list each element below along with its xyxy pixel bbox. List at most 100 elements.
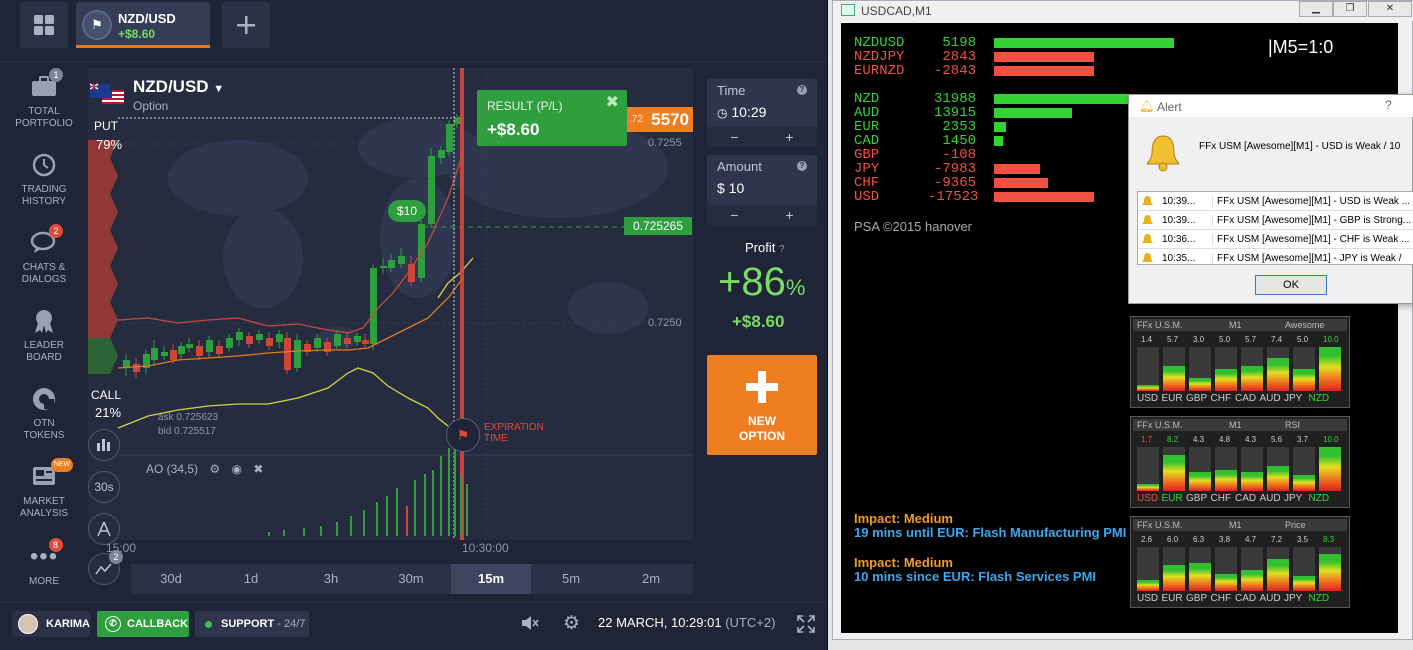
currency-value: -2843 — [933, 63, 976, 79]
meter-value: 3.7 — [1297, 435, 1309, 444]
meter-currency: NZD — [1308, 593, 1330, 604]
alert-text: FFx USM [Awesome][M1] - USD is Weak ... — [1212, 196, 1410, 207]
meter-currency: JPY — [1284, 593, 1303, 604]
window-titlebar[interactable]: USDCAD,M1 ▁ ❐ ✕ — [833, 1, 1413, 21]
currency-value: 1450 — [942, 133, 976, 149]
timeframe-30d[interactable]: 30d — [131, 564, 211, 594]
current-price-tag: .72 5570 — [627, 107, 693, 132]
strength-bar — [994, 178, 1048, 188]
sidebar-item-otn[interactable]: OTN TOKENS — [4, 386, 84, 442]
list-item[interactable]: 10:36... FFx USM [Awesome][M1] - CHF is W… — [1138, 230, 1413, 249]
ao-bar — [283, 530, 285, 536]
timeframe-2m[interactable]: 2m — [611, 564, 691, 594]
meter-value: 5.0 — [1297, 335, 1309, 344]
amount-decrease-button[interactable]: − — [707, 205, 762, 225]
asset-tab-nzdusd[interactable]: ⚑ NZD/USD +$8.60 — [76, 2, 210, 48]
bell-icon — [1142, 253, 1153, 262]
candle — [186, 344, 193, 348]
new-option-button[interactable]: NEW OPTION — [707, 355, 817, 455]
add-asset-button[interactable] — [222, 2, 270, 48]
restore-button[interactable]: ❐ — [1333, 1, 1367, 17]
close-button[interactable]: ✕ — [1368, 1, 1412, 17]
close-icon[interactable]: ✖ — [253, 462, 263, 476]
strength-bar — [994, 108, 1072, 118]
meter-column — [1215, 574, 1237, 591]
time-selector[interactable]: Time ? ◷ 10:29 − + — [707, 79, 817, 147]
sidebar-item-more[interactable]: ••• 8 MORE — [4, 538, 84, 588]
ao-bar — [414, 480, 416, 536]
candle — [388, 260, 395, 268]
candle — [236, 332, 243, 340]
sidebar-item-chats[interactable]: 2 CHATS & DIALOGS — [4, 224, 84, 286]
help-icon[interactable]: ? — [797, 161, 807, 171]
mute-icon[interactable] — [520, 614, 540, 637]
expiration-line — [460, 68, 464, 540]
indicators-button[interactable]: 2 — [88, 550, 123, 585]
ao-bar — [363, 510, 365, 536]
help-icon[interactable]: ? — [779, 244, 785, 255]
meter-value: 2.6 — [1141, 535, 1153, 544]
timeframe-5m[interactable]: 5m — [531, 564, 611, 594]
settings-gear-icon[interactable]: ⚙ — [563, 612, 580, 635]
meter-column — [1189, 378, 1211, 391]
fullscreen-icon[interactable] — [796, 614, 816, 639]
timeframe-30s-button[interactable]: 30s — [88, 471, 120, 503]
timeframe-3h[interactable]: 3h — [291, 564, 371, 594]
timeframe-15m[interactable]: 15m — [451, 564, 531, 594]
support-agent-button[interactable]: KARIMA — [12, 611, 90, 637]
currency-value: -17523 — [928, 189, 979, 205]
meter-column — [1241, 366, 1263, 391]
sidebar-item-leaderboard[interactable]: LEADER BOARD — [4, 308, 84, 364]
result-title: RESULT (P/L) — [487, 99, 563, 113]
currency-value: -7983 — [933, 161, 976, 177]
list-item[interactable]: 10:39... FFx USM [Awesome][M1] - GBP is S… — [1138, 211, 1413, 230]
list-item[interactable]: 10:39... FFx USM [Awesome][M1] - USD is W… — [1138, 192, 1413, 211]
asset-pair-title[interactable]: NZD/USD ▼ — [133, 77, 224, 97]
sidebar-item-portfolio[interactable]: 1 TOTAL PORTFOLIO — [4, 68, 84, 130]
meter-value: 5.6 — [1271, 435, 1283, 444]
meter-currency: GBP — [1186, 393, 1208, 404]
meter-currency: NZD — [1308, 393, 1330, 404]
alert-titlebar[interactable]: 🔔︎ Alert ? — [1129, 95, 1413, 117]
currency-name: EUR — [854, 119, 880, 135]
alert-text: FFx USM [Awesome][M1] - CHF is Weak ... — [1212, 234, 1409, 245]
m5-ratio: |M5=1:0 — [1268, 37, 1334, 57]
help-icon[interactable]: ? — [797, 85, 807, 95]
meter-currency: CHF — [1210, 393, 1232, 404]
grid-menu-button[interactable] — [20, 2, 68, 48]
amount-selector[interactable]: Amount ? $ 10 − + — [707, 155, 817, 225]
eye-icon[interactable]: ◉ — [231, 462, 241, 476]
time-decrease-button[interactable]: − — [707, 127, 762, 147]
meter-value: 7.2 — [1271, 535, 1283, 544]
time-label: Time — [717, 83, 746, 98]
minimize-button[interactable]: ▁ — [1299, 1, 1333, 17]
amount-label: Amount — [717, 159, 762, 174]
ao-bar — [320, 526, 322, 536]
strike-level-tag: 0.725265 — [624, 217, 692, 235]
meter-value: 4.3 — [1193, 435, 1205, 444]
amount-increase-button[interactable]: + — [762, 205, 817, 225]
chart-type-button[interactable] — [88, 429, 120, 461]
callback-button[interactable]: ✆ CALLBACK — [97, 611, 189, 637]
close-icon[interactable]: ✖ — [606, 92, 619, 112]
candle — [216, 346, 223, 354]
ok-button[interactable]: OK — [1255, 275, 1327, 295]
timeframe-1d[interactable]: 1d — [211, 564, 291, 594]
ao-histogram — [268, 446, 468, 536]
timeframe-30m[interactable]: 30m — [371, 564, 451, 594]
sidebar-item-market-analysis[interactable]: NEW MARKET ANALYSIS — [4, 458, 84, 520]
support-button[interactable]: SUPPORT - 24/7 — [195, 611, 309, 637]
help-icon[interactable]: ? — [1385, 98, 1392, 112]
alert-history-list[interactable]: 10:39... FFx USM [Awesome][M1] - USD is W… — [1137, 191, 1413, 265]
time-increase-button[interactable]: + — [762, 127, 817, 147]
gear-icon[interactable]: ⚙ — [209, 462, 220, 476]
list-item[interactable]: 10:35... FFx USM [Awesome][M1] - JPY is W… — [1138, 249, 1413, 264]
alert-dialog: 🔔︎ Alert ? FFx USM [Awesome][M1] - USD i… — [1128, 94, 1413, 304]
meter-value: 3.5 — [1297, 535, 1309, 544]
candle — [398, 256, 405, 264]
sidebar-item-history[interactable]: TRADING HISTORY — [4, 152, 84, 208]
meter-currency: AUD — [1259, 593, 1281, 604]
plus-icon — [746, 371, 778, 403]
online-status-icon — [205, 621, 212, 628]
amount-value[interactable]: $ 10 — [717, 180, 744, 196]
